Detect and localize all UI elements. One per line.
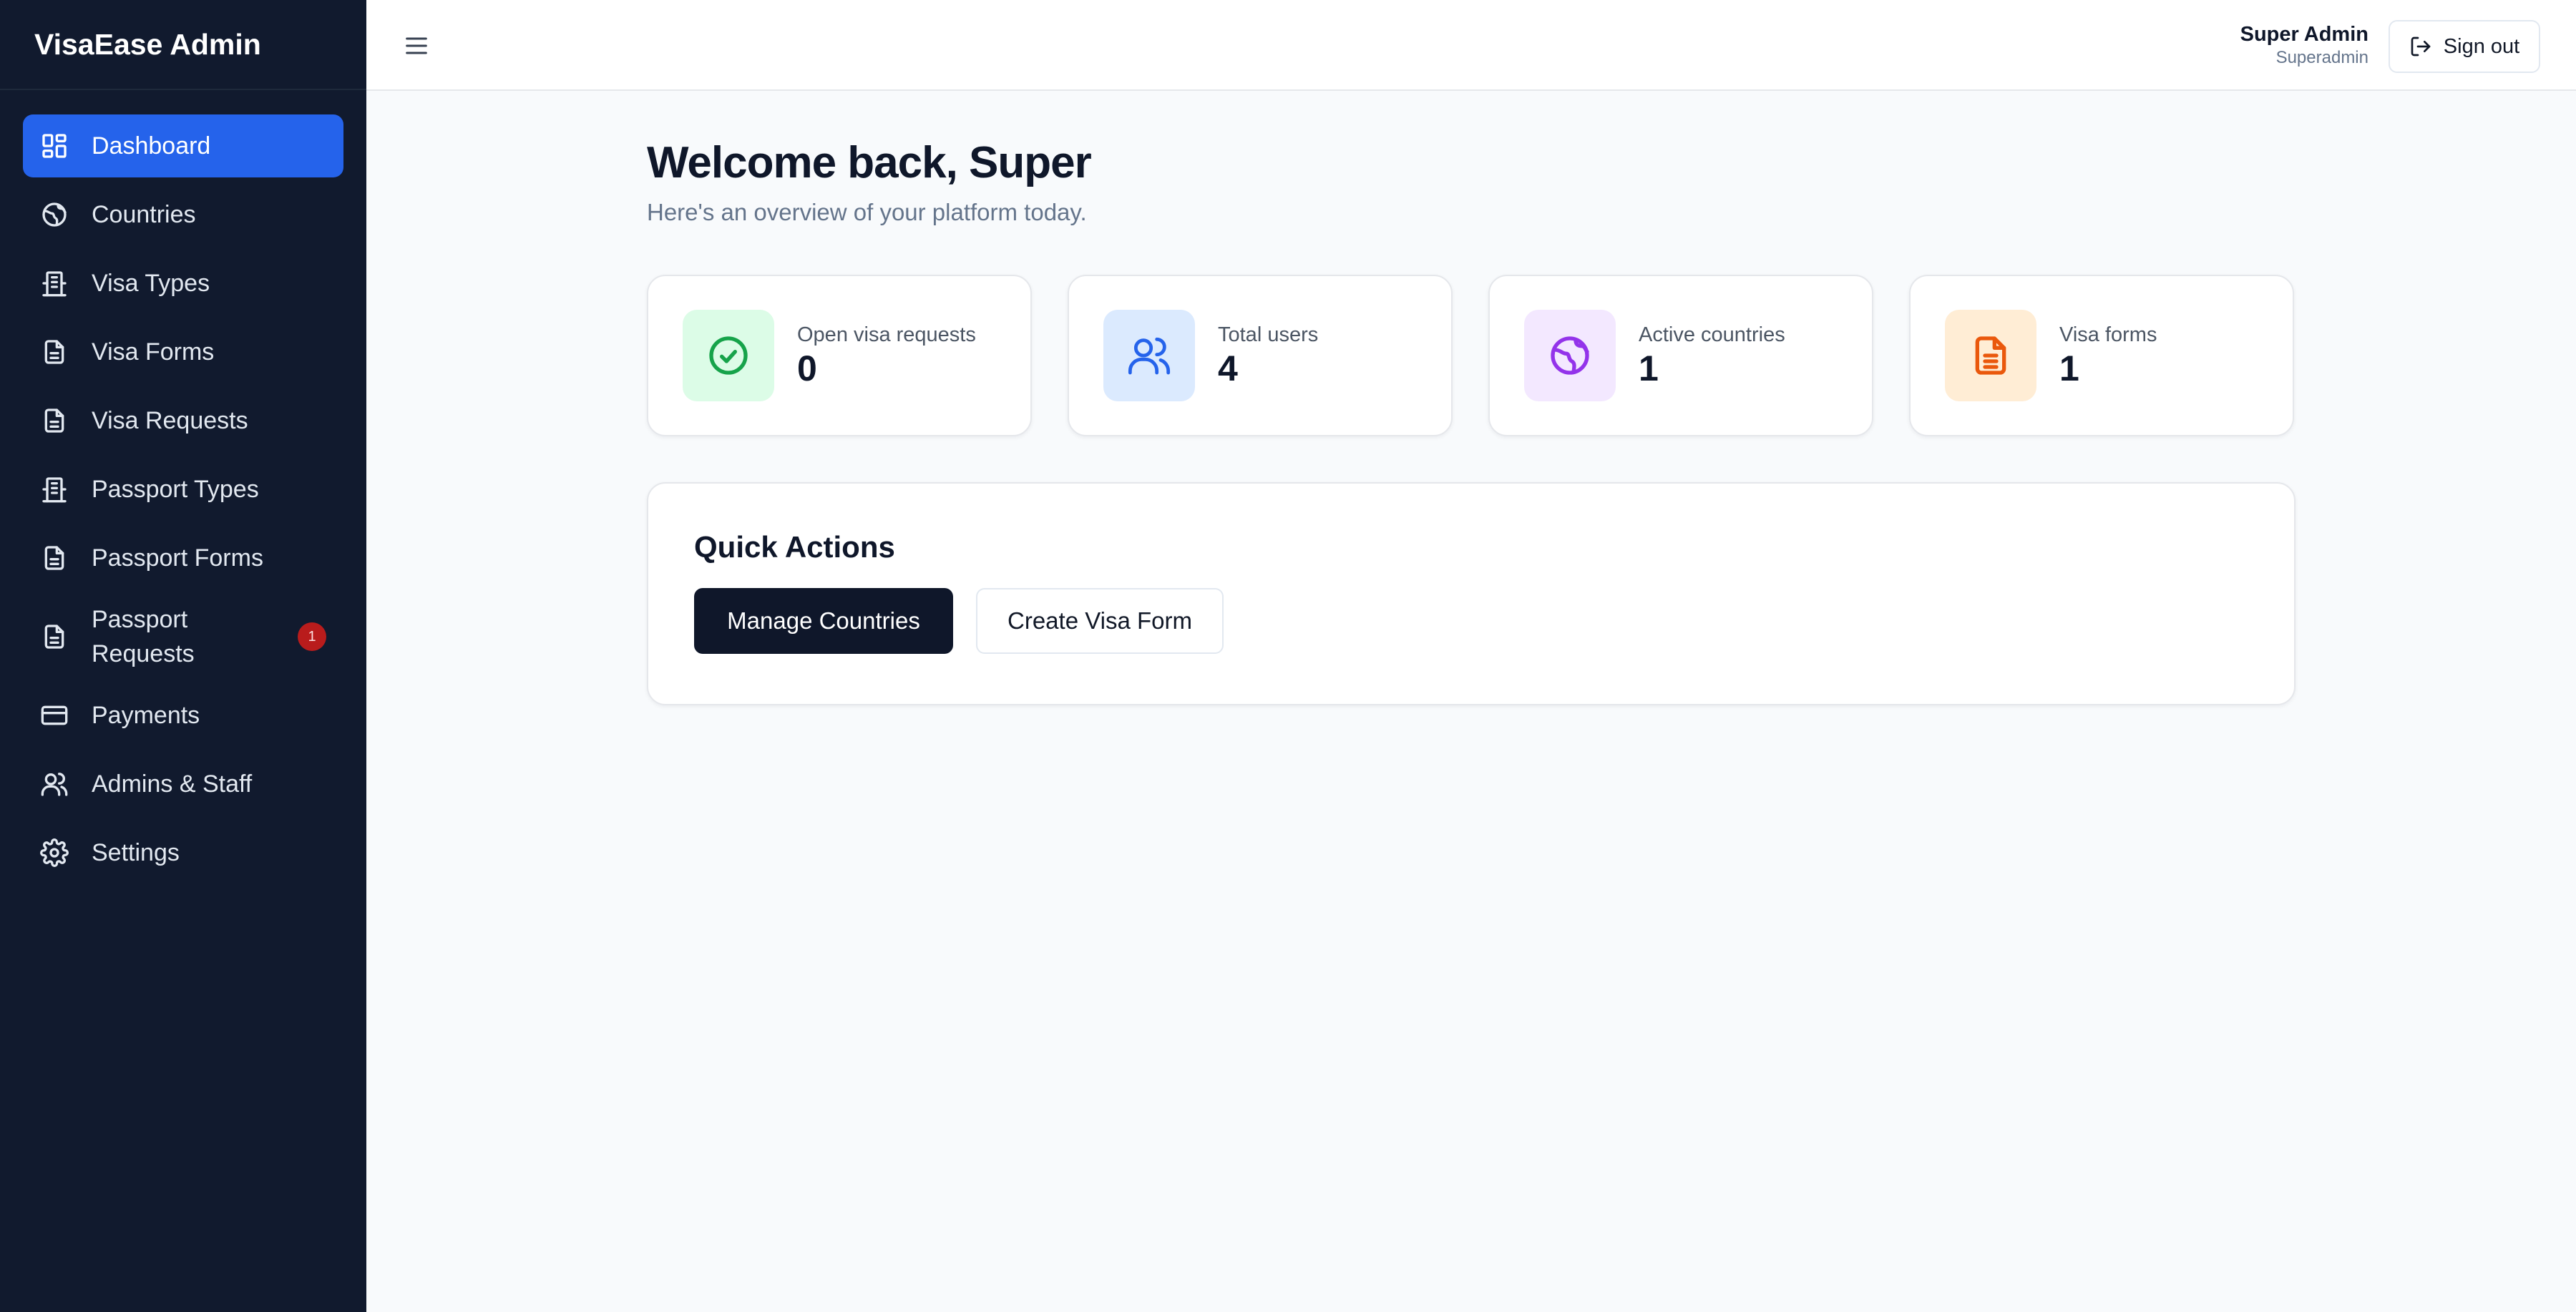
document-icon <box>40 406 69 435</box>
sidebar-item-visa-requests[interactable]: Visa Requests <box>23 389 343 452</box>
user-role: Superadmin <box>2275 48 2368 67</box>
sidebar-item-label: Passport Types <box>92 476 259 503</box>
sidebar-item-dashboard[interactable]: Dashboard <box>23 114 343 177</box>
globe-icon <box>40 200 69 229</box>
sidebar-item-passport-requests[interactable]: Passport Requests 1 <box>23 595 343 678</box>
sidebar-item-settings[interactable]: Settings <box>23 821 343 884</box>
sidebar-item-label: Dashboard <box>92 132 211 160</box>
quick-actions-buttons: Manage Countries Create Visa Form <box>694 588 2248 654</box>
user-name: Super Admin <box>2240 23 2368 46</box>
top-header: Super Admin Superadmin Sign out <box>366 0 2576 91</box>
quick-actions-title: Quick Actions <box>694 530 895 564</box>
check-circle-icon <box>683 310 774 401</box>
document-icon <box>40 544 69 572</box>
sidebar: VisaEase Admin Dashboard Countries Visa … <box>0 0 366 1312</box>
stat-label: Active countries <box>1639 323 1785 346</box>
stat-value: 1 <box>1639 348 1659 388</box>
building-icon <box>40 475 69 504</box>
sidebar-item-visa-types[interactable]: Visa Types <box>23 252 343 315</box>
document-icon <box>40 622 69 651</box>
credit-card-icon <box>40 701 69 730</box>
sidebar-item-payments[interactable]: Payments <box>23 684 343 747</box>
sidebar-item-admins-staff[interactable]: Admins & Staff <box>23 753 343 816</box>
stats-row: Open visa requests 0 Total users 4 Activ… <box>647 275 2296 436</box>
sidebar-item-countries[interactable]: Countries <box>23 183 343 246</box>
notification-badge: 1 <box>298 622 326 651</box>
sidebar-item-label: Visa Requests <box>92 407 248 434</box>
sidebar-item-label: Countries <box>92 201 196 228</box>
sidebar-item-label: Admins & Staff <box>92 770 253 798</box>
sidebar-item-label: Passport Forms <box>92 544 263 572</box>
stat-card-total-users: Total users 4 <box>1068 275 1453 436</box>
brand-title: VisaEase Admin <box>0 0 366 90</box>
sidebar-item-passport-types[interactable]: Passport Types <box>23 458 343 521</box>
sidebar-item-label: Settings <box>92 839 180 866</box>
document-icon <box>1945 310 2036 401</box>
hamburger-menu-icon[interactable] <box>398 27 435 64</box>
stat-card-open-visa-requests: Open visa requests 0 <box>647 275 1032 436</box>
sidebar-item-label: Visa Forms <box>92 338 215 366</box>
sidebar-item-label: Payments <box>92 702 200 729</box>
users-icon <box>40 770 69 798</box>
sidebar-nav: Dashboard Countries Visa Types Visa Form… <box>0 90 366 884</box>
building-icon <box>40 269 69 298</box>
stat-value: 1 <box>2059 348 2079 388</box>
manage-countries-button[interactable]: Manage Countries <box>694 588 953 654</box>
sidebar-item-label: Visa Types <box>92 270 210 297</box>
stat-card-active-countries: Active countries 1 <box>1488 275 1873 436</box>
globe-icon <box>1524 310 1616 401</box>
quick-actions-card: Quick Actions Manage Countries Create Vi… <box>647 482 2296 705</box>
sign-out-button[interactable]: Sign out <box>2389 20 2540 73</box>
stat-label: Total users <box>1218 323 1319 346</box>
page-subtitle: Here's an overview of your platform toda… <box>647 199 1087 225</box>
stat-label: Visa forms <box>2059 323 2157 346</box>
sidebar-item-passport-forms[interactable]: Passport Forms <box>23 527 343 589</box>
stat-value: 4 <box>1218 348 1238 388</box>
sign-out-icon <box>2409 35 2432 58</box>
stat-value: 0 <box>797 348 817 388</box>
stat-label: Open visa requests <box>797 323 976 346</box>
stat-card-visa-forms: Visa forms 1 <box>1909 275 2294 436</box>
create-visa-form-button[interactable]: Create Visa Form <box>976 588 1224 654</box>
main-content: Welcome back, Super Here's an overview o… <box>647 136 2296 705</box>
sidebar-item-visa-forms[interactable]: Visa Forms <box>23 320 343 383</box>
users-icon <box>1103 310 1195 401</box>
document-icon <box>40 338 69 366</box>
user-info: Super Admin Superadmin <box>2240 21 2368 69</box>
sidebar-item-label: Passport Requests <box>92 606 195 667</box>
sign-out-label: Sign out <box>2443 34 2520 58</box>
dashboard-icon <box>40 132 69 160</box>
gear-icon <box>40 838 69 867</box>
page-title: Welcome back, Super <box>647 138 1092 187</box>
